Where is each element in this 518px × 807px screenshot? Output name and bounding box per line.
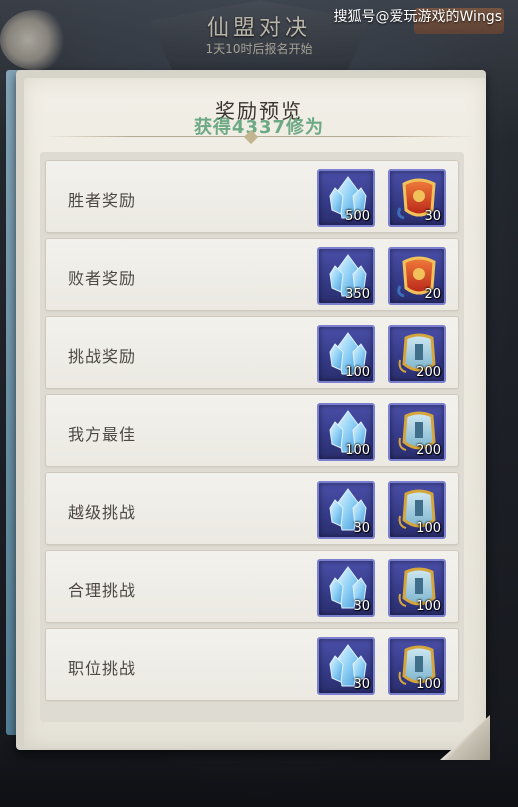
reward-item[interactable]: 350 — [317, 247, 375, 305]
item-quantity: 30 — [353, 677, 370, 692]
reward-item[interactable]: 100 — [317, 403, 375, 461]
reward-row-label: 败者奖励 — [68, 269, 137, 288]
reward-row-winner: 胜者奖励 500 30 — [45, 160, 459, 233]
reward-item[interactable]: 30 — [317, 559, 375, 617]
reward-item[interactable]: 500 — [317, 169, 375, 227]
item-quantity: 200 — [416, 365, 441, 380]
reward-row-label: 越级挑战 — [68, 503, 137, 522]
item-quantity: 100 — [345, 443, 370, 458]
reward-item[interactable]: 200 — [388, 325, 446, 383]
item-quantity: 100 — [416, 599, 441, 614]
item-quantity: 100 — [345, 365, 370, 380]
event-countdown: 1天10时后报名开始 — [205, 42, 313, 56]
item-quantity: 100 — [416, 521, 441, 536]
reward-item[interactable]: 100 — [317, 325, 375, 383]
reward-row-label: 我方最佳 — [68, 425, 137, 444]
reward-row-label: 合理挑战 — [68, 581, 137, 600]
item-quantity: 350 — [345, 287, 370, 302]
reward-item[interactable]: 100 — [388, 559, 446, 617]
reward-row-label: 挑战奖励 — [68, 347, 137, 366]
item-quantity: 20 — [424, 287, 441, 302]
item-quantity: 30 — [353, 599, 370, 614]
reward-item[interactable]: 30 — [317, 637, 375, 695]
reward-row-position: 职位挑战 30 100 — [45, 628, 459, 701]
item-quantity: 500 — [345, 209, 370, 224]
reward-row-loser: 败者奖励 350 20 — [45, 238, 459, 311]
reward-item[interactable]: 20 — [388, 247, 446, 305]
reward-item[interactable]: 30 — [388, 169, 446, 227]
reward-item[interactable]: 200 — [388, 403, 446, 461]
reward-row-challenge: 挑战奖励 100 200 — [45, 316, 459, 389]
reward-row-best: 我方最佳 100 200 — [45, 394, 459, 467]
item-quantity: 30 — [353, 521, 370, 536]
reward-row-reasonable: 合理挑战 30 100 — [45, 550, 459, 623]
item-quantity: 30 — [424, 209, 441, 224]
reward-item[interactable]: 100 — [388, 481, 446, 539]
reward-item[interactable]: 30 — [317, 481, 375, 539]
item-quantity: 200 — [416, 443, 441, 458]
reward-item[interactable]: 100 — [388, 637, 446, 695]
reward-row-label: 胜者奖励 — [68, 191, 137, 210]
reward-row-label: 职位挑战 — [68, 659, 137, 678]
title-divider — [44, 136, 474, 137]
reward-row-overlevel: 越级挑战 30 100 — [45, 472, 459, 545]
item-quantity: 100 — [416, 677, 441, 692]
watermark: 搜狐号@爱玩游戏的Wings — [333, 9, 502, 25]
